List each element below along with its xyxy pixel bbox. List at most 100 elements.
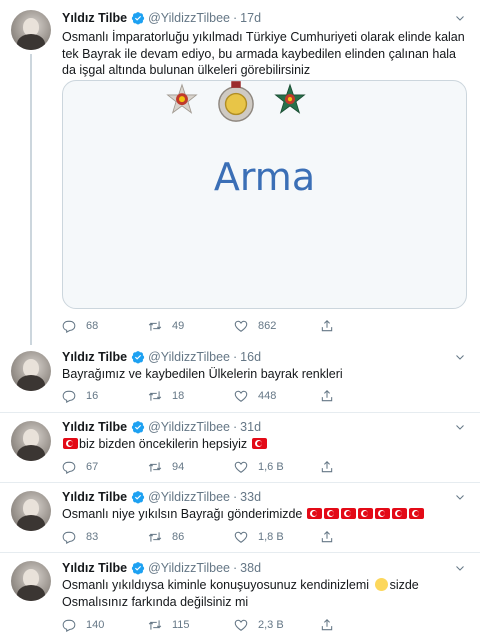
tweet-actions: 140 115 2,3 B (62, 617, 402, 633)
tweet[interactable]: Yıldız Tilbe @YildizzTilbee · 38d Osmanl… (0, 553, 480, 633)
reply-icon (62, 319, 76, 333)
timestamp[interactable]: 38d (240, 561, 261, 575)
like-button[interactable]: 1,6 B (234, 460, 320, 474)
tweet-text: biz bizden öncekilerin hepsiyiz (62, 436, 467, 453)
like-count: 1,6 B (258, 461, 284, 473)
display-name[interactable]: Yıldız Tilbe (62, 420, 127, 434)
retweet-button[interactable]: 49 (148, 319, 234, 333)
retweet-icon (148, 530, 162, 544)
display-name[interactable]: Yıldız Tilbe (62, 350, 127, 364)
tweet-header: Yıldız Tilbe @YildizzTilbee · 31d (62, 418, 261, 436)
retweet-icon (148, 319, 162, 333)
like-count: 1,8 B (258, 531, 284, 543)
separator: · (233, 420, 238, 434)
tweet-text: Osmanlı İmparatorluğu yıkılmadı Türkiye … (62, 30, 465, 77)
user-handle[interactable]: @YildizzTilbee (148, 11, 230, 25)
share-button[interactable] (320, 618, 344, 632)
separator: · (233, 11, 238, 25)
reply-icon (62, 530, 76, 544)
timestamp[interactable]: 31d (240, 420, 261, 434)
reply-button[interactable]: 68 (62, 319, 148, 333)
user-handle[interactable]: @YildizzTilbee (148, 490, 230, 504)
user-handle[interactable]: @YildizzTilbee (148, 350, 230, 364)
turkish-flag-icon (340, 508, 356, 519)
reply-count: 68 (86, 320, 99, 332)
tweet-actions: 67 94 1,6 B (62, 459, 402, 475)
tweet[interactable]: Yıldız Tilbe @YildizzTilbee · 16d Bayrağ… (0, 345, 480, 413)
reply-count: 67 (86, 461, 99, 473)
retweet-count: 18 (172, 390, 185, 402)
avatar[interactable] (11, 421, 51, 461)
verified-badge-icon (131, 350, 145, 364)
chevron-down-icon[interactable] (454, 562, 466, 574)
like-icon (234, 460, 248, 474)
retweet-icon (148, 389, 162, 403)
retweet-count: 115 (172, 619, 190, 631)
share-icon (320, 618, 334, 632)
verified-badge-icon (131, 11, 145, 25)
retweet-icon (148, 618, 162, 632)
tweet-header: Yıldız Tilbe @YildizzTilbee · 33d (62, 488, 261, 506)
tweet[interactable]: Yıldız Tilbe @YildizzTilbee · 31d biz bi… (0, 413, 480, 483)
card-title: Arma (213, 155, 316, 199)
like-count: 862 (258, 320, 277, 332)
verified-badge-icon (131, 420, 145, 434)
reply-button[interactable]: 83 (62, 530, 148, 544)
tweet-header: Yıldız Tilbe @YildizzTilbee · 38d (62, 559, 261, 577)
avatar[interactable] (11, 491, 51, 531)
retweet-icon (148, 460, 162, 474)
chevron-down-icon[interactable] (454, 491, 466, 503)
retweet-button[interactable]: 18 (148, 389, 234, 403)
tweet-actions: 68 49 862 (62, 318, 402, 334)
retweet-button[interactable]: 86 (148, 530, 234, 544)
tweet-text-part: Osmanlı yıkıldıysa kiminle konuşuyosunuz… (62, 578, 370, 592)
verified-badge-icon (131, 561, 145, 575)
turkish-flag-icon (251, 438, 267, 449)
share-button[interactable] (320, 460, 344, 474)
tweet-text-body: Osmanlı niye yıkılsın Bayrağı gönderimiz… (62, 507, 303, 521)
chevron-down-icon[interactable] (454, 351, 466, 363)
tweet-header: Yıldız Tilbe @YildizzTilbee · 16d (62, 348, 261, 366)
like-button[interactable]: 448 (234, 389, 320, 403)
like-button[interactable]: 862 (234, 319, 320, 333)
reply-button[interactable]: 140 (62, 618, 148, 632)
chevron-down-icon[interactable] (454, 12, 466, 24)
reply-button[interactable]: 67 (62, 460, 148, 474)
share-button[interactable] (320, 319, 344, 333)
share-icon (320, 460, 334, 474)
chevron-down-icon[interactable] (454, 421, 466, 433)
link-card[interactable]: Arma (62, 80, 467, 309)
timestamp[interactable]: 33d (240, 490, 261, 504)
share-icon (320, 389, 334, 403)
like-button[interactable]: 2,3 B (234, 618, 320, 632)
retweet-button[interactable]: 94 (148, 460, 234, 474)
tweet-header: Yıldız Tilbe @YildizzTilbee · 17d (62, 9, 261, 27)
reply-button[interactable]: 16 (62, 389, 148, 403)
turkish-flag-icon (374, 508, 390, 519)
avatar[interactable] (11, 561, 51, 601)
timestamp[interactable]: 16d (240, 350, 261, 364)
display-name[interactable]: Yıldız Tilbe (62, 11, 127, 25)
avatar[interactable] (11, 351, 51, 391)
turkish-flag-icon (408, 508, 424, 519)
user-handle[interactable]: @YildizzTilbee (148, 561, 230, 575)
turkish-flag-icon (306, 508, 322, 519)
reply-count: 140 (86, 619, 105, 631)
tweet-actions: 83 86 1,8 B (62, 529, 402, 545)
like-button[interactable]: 1,8 B (234, 530, 320, 544)
separator: · (233, 350, 238, 364)
timestamp[interactable]: 17d (240, 11, 261, 25)
avatar[interactable] (11, 10, 51, 50)
tweet[interactable]: Yıldız Tilbe @YildizzTilbee · 33d Osmanl… (0, 483, 480, 553)
share-button[interactable] (320, 389, 344, 403)
display-name[interactable]: Yıldız Tilbe (62, 490, 127, 504)
turkish-flag-icon (357, 508, 373, 519)
user-handle[interactable]: @YildizzTilbee (148, 420, 230, 434)
tweet[interactable]: Yıldız Tilbe @YildizzTilbee · 17d Osmanl… (0, 0, 480, 345)
medal-image (218, 81, 254, 122)
turkish-flag-icon (63, 438, 78, 449)
display-name[interactable]: Yıldız Tilbe (62, 561, 127, 575)
share-button[interactable] (320, 530, 344, 544)
reply-icon (62, 460, 76, 474)
retweet-button[interactable]: 115 (148, 618, 234, 632)
